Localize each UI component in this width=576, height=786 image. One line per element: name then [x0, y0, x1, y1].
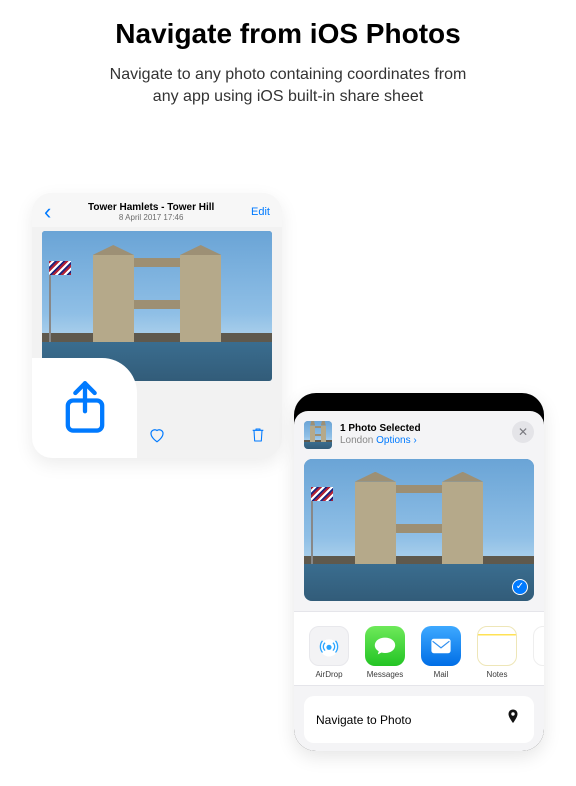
app-mail[interactable]: Mail: [418, 626, 464, 679]
share-sheet-title: 1 Photo Selected: [340, 423, 421, 435]
share-icon: [59, 379, 111, 437]
share-sheet-screen: 1 Photo Selected London Options › ✕ ✓: [294, 393, 544, 751]
mail-icon: [421, 626, 461, 666]
app-label: Mail: [418, 670, 464, 679]
subtitle-line: any app using iOS built-in share sheet: [153, 88, 423, 105]
airdrop-icon: [309, 626, 349, 666]
app-label: AirDrop: [306, 670, 352, 679]
page-title: Navigate from iOS Photos: [0, 18, 576, 50]
app-label: Notes: [474, 670, 520, 679]
close-button[interactable]: ✕: [512, 421, 534, 443]
trash-icon: [250, 426, 266, 444]
photo-location-title: Tower Hamlets - Tower Hill: [51, 202, 251, 213]
photos-toolbar: [32, 378, 282, 458]
action-label: Navigate to Photo: [316, 713, 411, 727]
reminders-icon: [533, 626, 544, 666]
app-notes[interactable]: Notes: [474, 626, 520, 679]
photo-date-subtitle: 8 April 2017 17:46: [51, 213, 251, 222]
subtitle-line: Navigate to any photo containing coordin…: [110, 66, 467, 83]
app-reminders[interactable]: Re: [530, 626, 544, 679]
share-sheet-header: 1 Photo Selected London Options › ✕: [294, 411, 544, 455]
photos-title-block: Tower Hamlets - Tower Hill 8 April 2017 …: [51, 202, 251, 222]
app-messages[interactable]: Messages: [362, 626, 408, 679]
share-photo-preview[interactable]: ✓: [304, 459, 534, 601]
navigate-to-photo-action[interactable]: Navigate to Photo: [304, 696, 534, 743]
app-label: Messages: [362, 670, 408, 679]
app-airdrop[interactable]: AirDrop: [306, 626, 352, 679]
share-sheet-location: London: [340, 435, 373, 446]
page-subtitle: Navigate to any photo containing coordin…: [0, 64, 576, 107]
photos-nav-bar: ‹ Tower Hamlets - Tower Hill 8 April 201…: [32, 193, 282, 227]
back-button[interactable]: ‹: [44, 201, 51, 223]
map-pin-icon: [504, 708, 522, 731]
heart-icon: [148, 426, 166, 444]
notes-icon: [477, 626, 517, 666]
check-icon: ✓: [516, 582, 524, 592]
edit-button[interactable]: Edit: [251, 206, 270, 218]
app-label: Re: [530, 670, 544, 679]
share-sheet: 1 Photo Selected London Options › ✕ ✓: [294, 411, 544, 751]
photo-thumbnail: [304, 421, 332, 449]
options-link[interactable]: Options ›: [376, 435, 417, 446]
share-button[interactable]: [32, 358, 137, 458]
selected-badge: ✓: [512, 579, 528, 595]
photos-screen: ‹ Tower Hamlets - Tower Hill 8 April 201…: [32, 193, 282, 458]
chevron-right-icon: ›: [413, 435, 416, 446]
share-apps-row[interactable]: AirDrop Messages Mail Notes Re: [294, 611, 544, 686]
delete-button[interactable]: [250, 426, 266, 444]
messages-icon: [365, 626, 405, 666]
close-icon: ✕: [518, 426, 528, 438]
favorite-button[interactable]: [148, 426, 166, 444]
share-sheet-subtitle: London Options ›: [340, 435, 421, 447]
